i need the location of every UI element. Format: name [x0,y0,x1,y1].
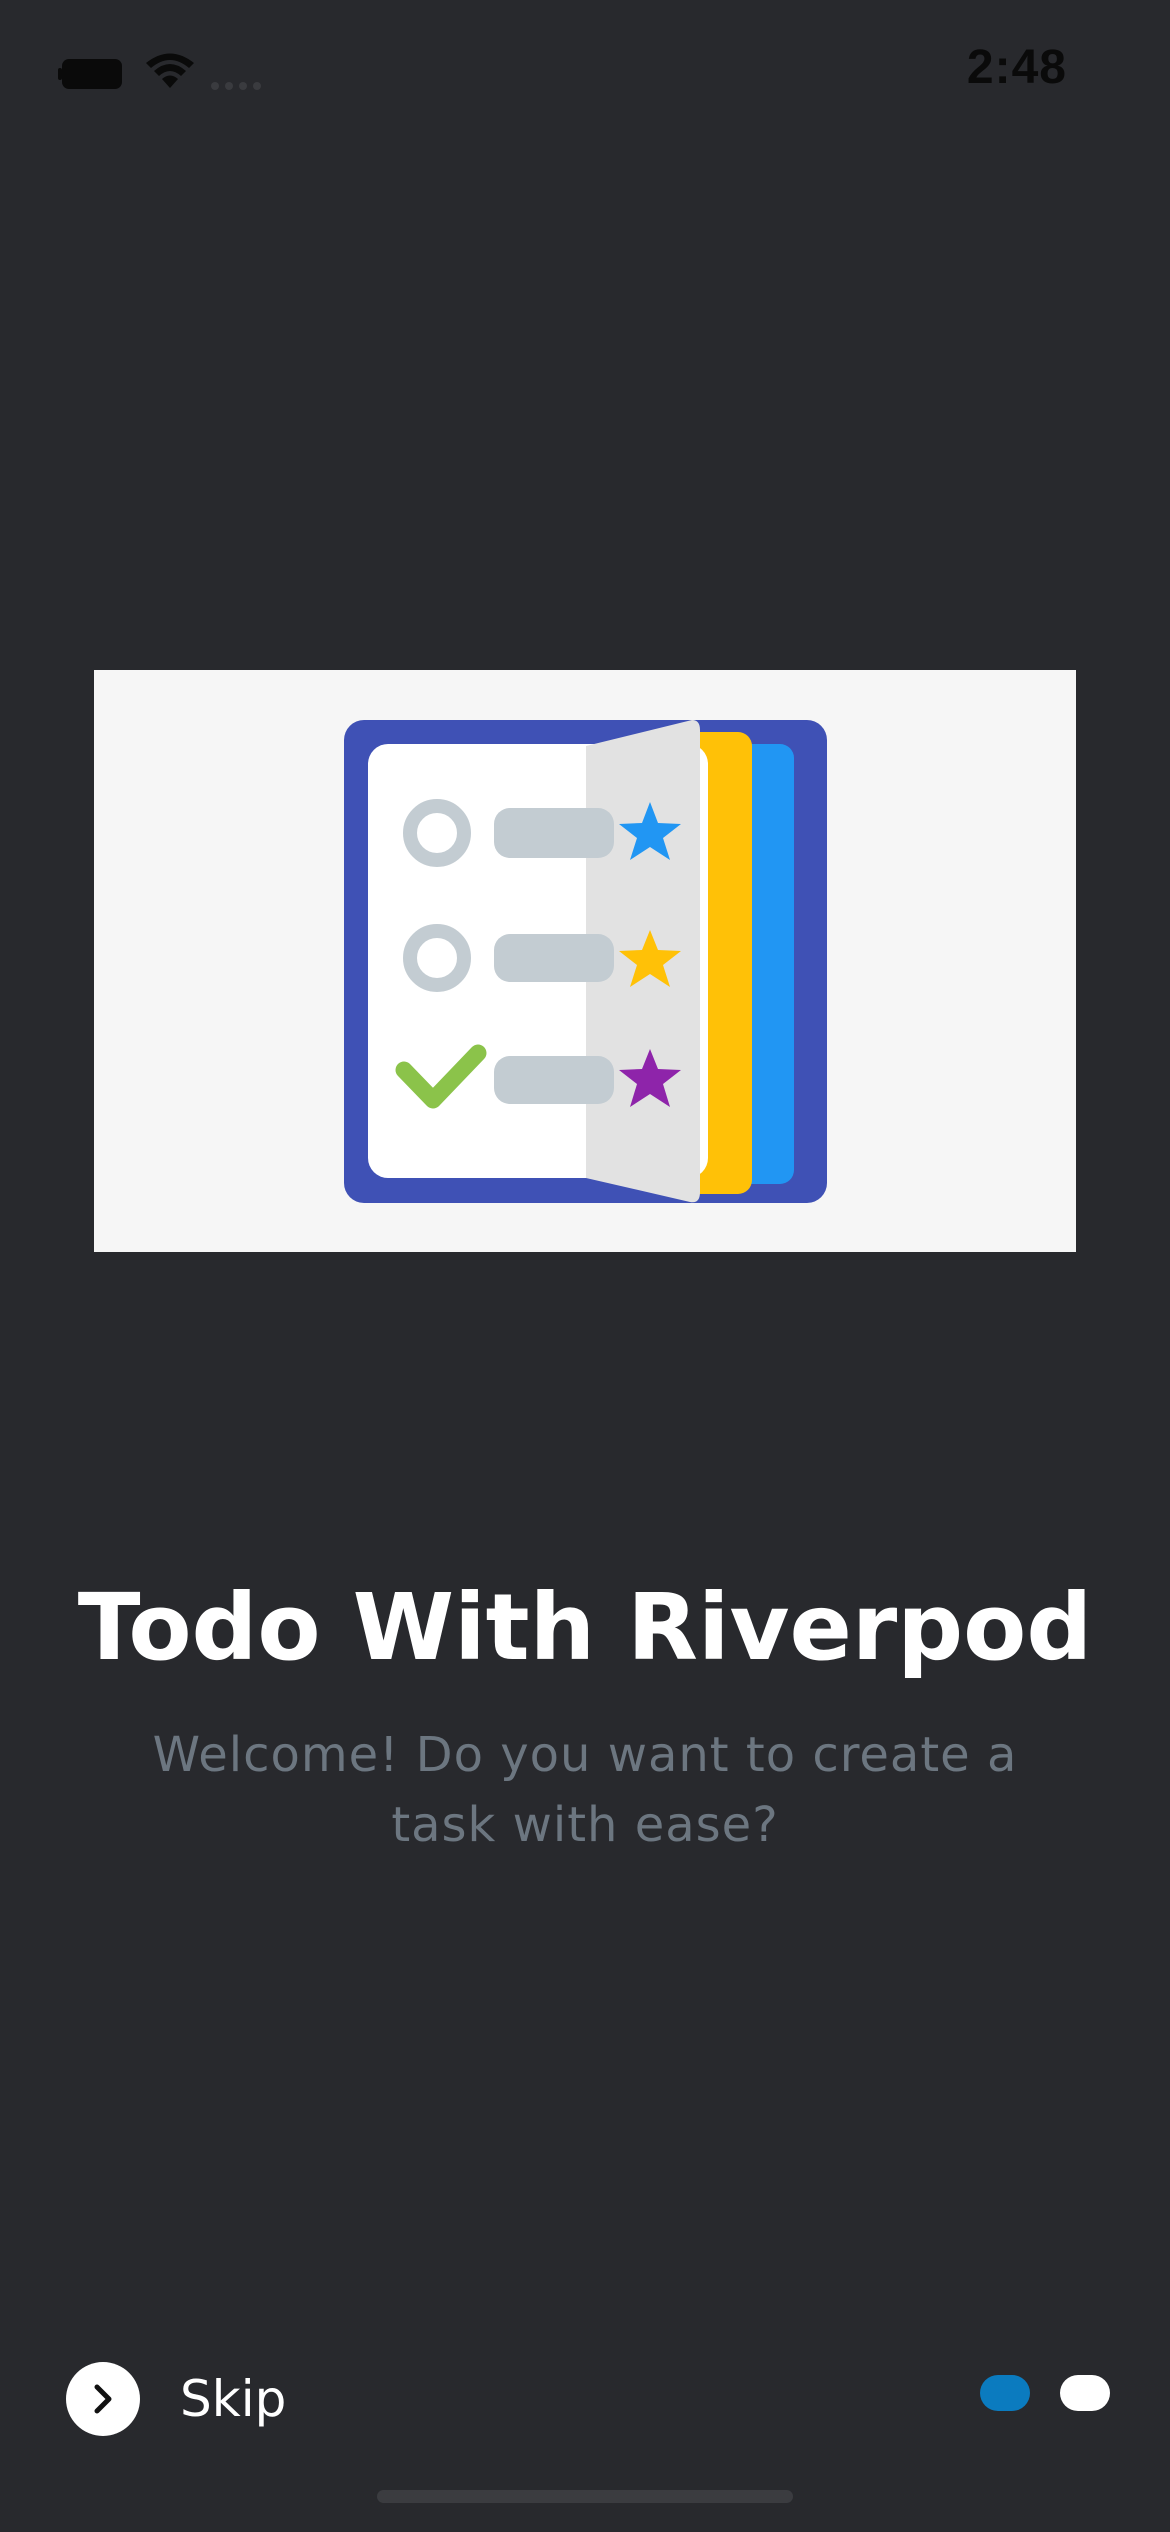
skip-circle[interactable] [66,2362,140,2436]
home-indicator[interactable] [377,2490,793,2503]
skip-label: Skip [180,2370,287,2428]
battery-icon [58,59,122,89]
page-indicator [980,2375,1140,2411]
page-dot-1[interactable] [980,2375,1030,2411]
wifi-icon [146,53,194,88]
signal-icon [211,82,261,90]
page-dot-2[interactable] [1060,2375,1110,2411]
status-bar: 2:48 [0,0,1170,150]
onboarding-subtitle: Welcome! Do you want to create a task wi… [152,1727,1018,1853]
chevron-right-icon [94,2384,112,2414]
status-time: 2:48 [966,41,1067,94]
onboarding-title: Todo With Riverpod [77,1574,1093,1681]
todo-list-book-illustration [344,720,827,1203]
onboarding-illustration [94,670,1076,1252]
skip-button[interactable]: Skip [66,2362,286,2436]
